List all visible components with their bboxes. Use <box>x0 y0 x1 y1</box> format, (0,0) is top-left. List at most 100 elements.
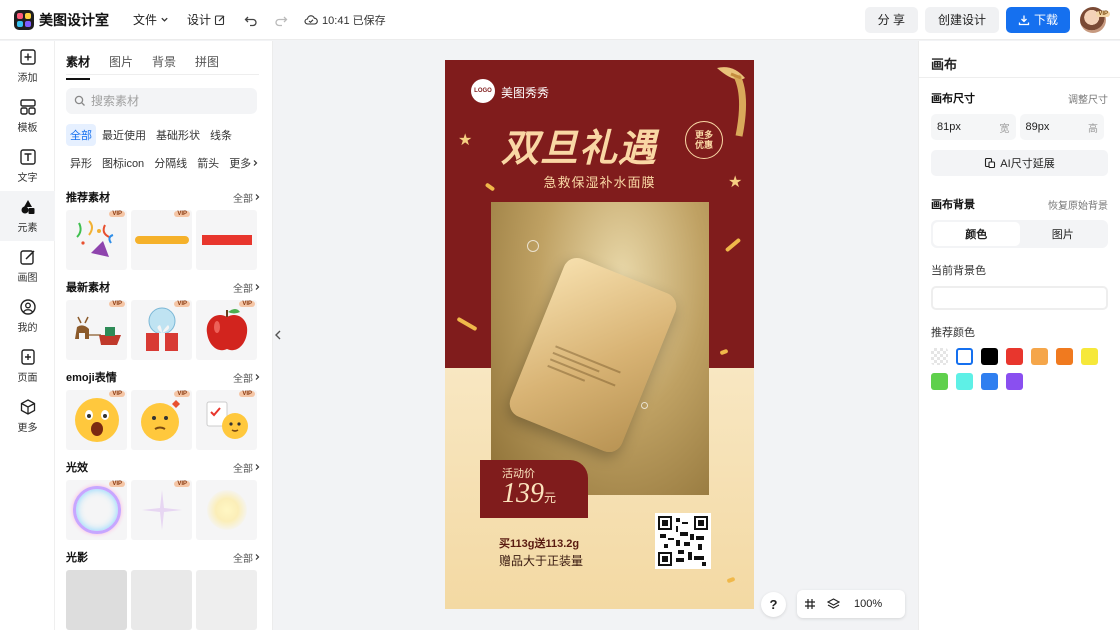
chip-all[interactable]: 全部 <box>66 124 96 146</box>
poster-headline[interactable]: 双旦礼遇 <box>501 117 657 172</box>
all-label: 全部 <box>233 283 253 295</box>
chip-dividers[interactable]: 分隔线 <box>150 152 191 174</box>
emoji-checklist[interactable]: VIP <box>196 390 257 450</box>
swatch-blue[interactable] <box>981 373 998 390</box>
ai-resize-button[interactable]: AI尺寸延展 <box>931 150 1108 176</box>
canvas-width-field[interactable]: 81px 宽 <box>931 114 1016 140</box>
chip-arrows[interactable]: 箭头 <box>193 152 223 174</box>
share-button[interactable]: 分 享 <box>864 6 918 33</box>
current-bg-color-field[interactable] <box>931 286 1108 310</box>
rail-label: 元素 <box>17 223 38 234</box>
tab-images[interactable]: 图片 <box>109 53 133 74</box>
chip-irregular[interactable]: 异形 <box>66 152 96 174</box>
bg-type-color[interactable]: 颜色 <box>933 222 1020 246</box>
material-glow[interactable] <box>196 480 257 540</box>
chip-recent[interactable]: 最近使用 <box>98 124 150 146</box>
rail-item-add[interactable]: 添加 <box>0 41 55 91</box>
canvas-height-unit: 高 <box>1088 123 1098 135</box>
redo-button[interactable] <box>274 13 288 27</box>
ai-resize-label: AI尺寸延展 <box>1000 158 1055 170</box>
material-sparkle[interactable]: VIP <box>131 480 192 540</box>
canvas-height-field[interactable]: 89px 高 <box>1019 114 1104 140</box>
swatch-red[interactable] <box>1006 348 1023 365</box>
rail-item-pages[interactable]: 页面 <box>0 341 55 391</box>
chip-icons[interactable]: 图标icon <box>98 152 148 174</box>
avatar[interactable]: VIP <box>1080 6 1110 33</box>
vip-badge: VIP <box>174 391 190 397</box>
material-red-apple[interactable]: VIP <box>196 300 257 360</box>
swatch-light-orange[interactable] <box>1031 348 1048 365</box>
section-all-link[interactable]: 全部 <box>233 460 261 475</box>
swatch-white[interactable] <box>956 348 973 365</box>
material-panel: 素材 图片 背景 拼图 全部 最近使用 基础形状 线条 异形 图标icon 分隔… <box>55 41 273 630</box>
material-shadow-3[interactable] <box>196 570 257 630</box>
tab-backgrounds[interactable]: 背景 <box>152 53 176 74</box>
material-snow-globe[interactable]: VIP <box>131 300 192 360</box>
tab-collage[interactable]: 拼图 <box>195 53 219 74</box>
qr-code[interactable] <box>655 513 711 569</box>
chip-more[interactable]: 更多 <box>225 152 263 174</box>
rail-item-text[interactable]: 文字 <box>0 141 55 191</box>
chevron-down-icon <box>161 17 168 22</box>
create-design-button[interactable]: 创建设计 <box>924 6 999 33</box>
vip-badge: VIP <box>174 301 190 307</box>
rail-item-elements[interactable]: 元素 <box>0 191 55 241</box>
swatch-transparent[interactable] <box>931 348 948 365</box>
price-tag[interactable]: 活动价 139元 <box>480 460 588 518</box>
section-all-link[interactable]: 全部 <box>233 370 261 385</box>
section-all-link[interactable]: 全部 <box>233 280 261 295</box>
poster-badge[interactable]: 更多优惠 <box>685 121 723 159</box>
zoom-level[interactable]: 100% <box>854 598 882 610</box>
material-yellow-brush[interactable]: VIP <box>131 210 192 270</box>
material-bubble[interactable]: VIP <box>66 480 127 540</box>
price-value-wrap: 139元 <box>502 478 556 510</box>
help-button[interactable]: ? <box>761 592 786 617</box>
top-bar: 美图设计室 文件 设计 10:41 已保存 分 享 创建设计 下载 VIP <box>0 0 1120 40</box>
material-party-popper[interactable]: VIP <box>66 210 127 270</box>
material-shadow-2[interactable] <box>131 570 192 630</box>
swatch-black[interactable] <box>981 348 998 365</box>
search-input[interactable] <box>91 94 241 108</box>
material-reindeer-sleigh[interactable]: VIP <box>66 300 127 360</box>
swatch-purple[interactable] <box>1006 373 1023 390</box>
layers-button[interactable] <box>827 598 840 610</box>
chip-basic-shapes[interactable]: 基础形状 <box>152 124 204 146</box>
avatar-vip-badge: VIP <box>1096 10 1110 17</box>
collapse-panel-handle[interactable] <box>273 320 283 350</box>
rail-item-templates[interactable]: 模板 <box>0 91 55 141</box>
undo-button[interactable] <box>244 13 258 27</box>
restore-bg-link[interactable]: 恢复原始背景 <box>1048 197 1108 212</box>
swatch-green[interactable] <box>931 373 948 390</box>
emoji-thinking[interactable]: VIP <box>131 390 192 450</box>
material-shadow-1[interactable] <box>66 570 127 630</box>
app-logo[interactable]: 美图设计室 <box>14 9 109 30</box>
swatch-cyan[interactable] <box>956 373 973 390</box>
search-icon <box>74 95 85 106</box>
design-canvas[interactable]: ★ ★ LOGO 美图秀秀 双旦礼遇 更多优惠 急救保湿补水面膜 活动价 139… <box>445 60 754 609</box>
tab-materials[interactable]: 素材 <box>66 53 91 80</box>
download-button[interactable]: 下载 <box>1005 6 1070 33</box>
material-search[interactable] <box>66 88 257 114</box>
section-all-link[interactable]: 全部 <box>233 550 261 565</box>
bg-type-image[interactable]: 图片 <box>1020 222 1107 246</box>
poster-badge-text: 更多优惠 <box>694 130 713 150</box>
vip-badge: VIP <box>109 211 125 217</box>
rail-item-more[interactable]: 更多 <box>0 391 55 441</box>
rail-item-mine[interactable]: 我的 <box>0 291 55 341</box>
promo-line-1[interactable]: 买113g送113.2g <box>499 535 579 551</box>
swatch-orange[interactable] <box>1056 348 1073 365</box>
rail-item-draw[interactable]: 画图 <box>0 241 55 291</box>
file-menu[interactable]: 文件 <box>133 11 169 28</box>
chip-lines[interactable]: 线条 <box>206 124 236 146</box>
resize-link[interactable]: 调整尺寸 <box>1068 91 1108 106</box>
price-value: 139 <box>502 478 544 509</box>
section-all-link[interactable]: 全部 <box>233 190 261 205</box>
promo-line-2[interactable]: 赠品大于正装量 <box>499 552 583 569</box>
material-red-bar[interactable] <box>196 210 257 270</box>
design-menu[interactable]: 设计 <box>187 11 226 28</box>
emoji-scared[interactable]: VIP <box>66 390 127 450</box>
swatch-yellow[interactable] <box>1081 348 1098 365</box>
grid-toggle-button[interactable] <box>804 598 816 610</box>
product-photo[interactable] <box>491 202 709 495</box>
poster-subline[interactable]: 急救保湿补水面膜 <box>445 172 754 191</box>
